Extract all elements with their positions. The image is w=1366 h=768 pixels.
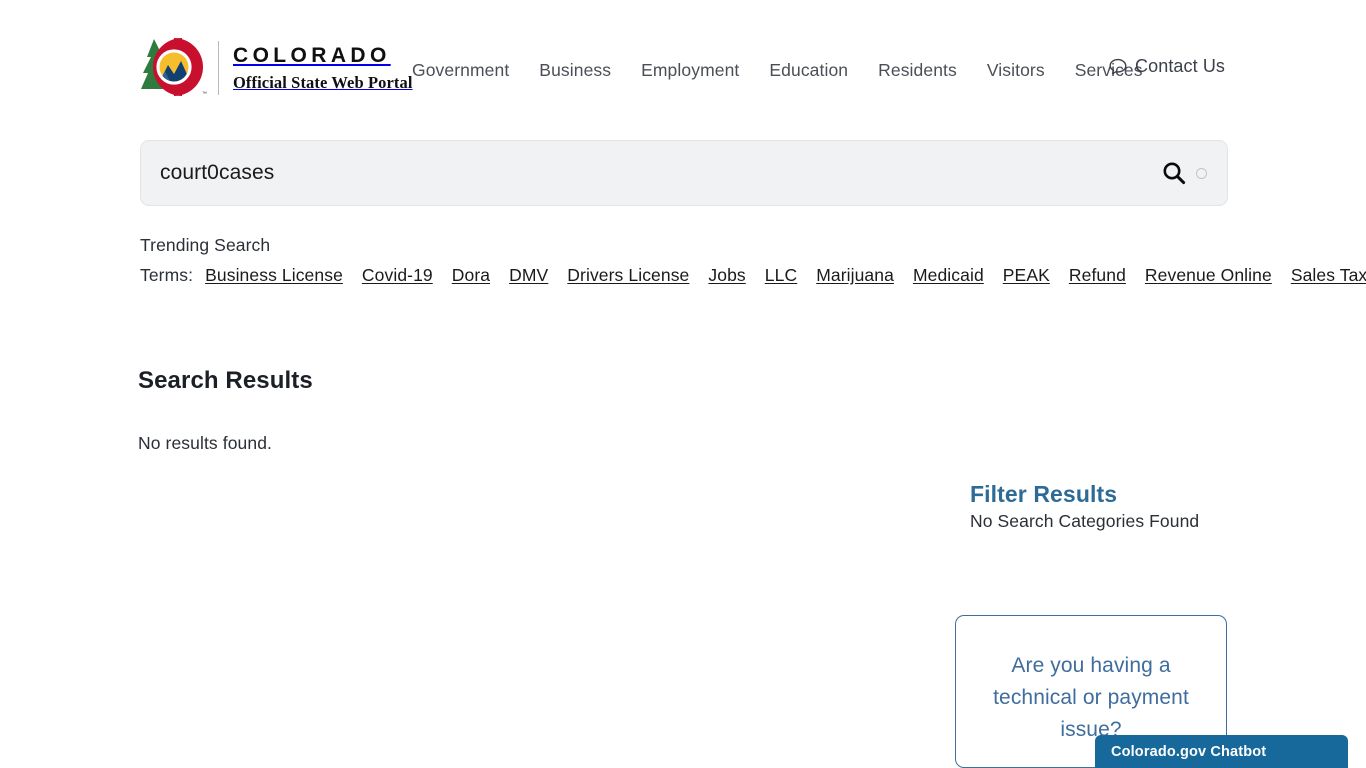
chatbot-launcher[interactable]: Colorado.gov Chatbot	[1095, 735, 1348, 768]
site-logo-link[interactable]: ™ COLORADO Official State Web Portal	[138, 36, 413, 100]
nav-item-business[interactable]: Business	[539, 60, 611, 81]
main-navigation: Government Business Employment Education…	[412, 60, 1143, 81]
trending-term-llc[interactable]: LLC	[765, 265, 797, 285]
trending-term-dmv[interactable]: DMV	[509, 265, 548, 285]
trending-term-medicaid[interactable]: Medicaid	[913, 265, 984, 285]
no-results-message: No results found.	[138, 433, 272, 453]
search-icon[interactable]	[1161, 160, 1187, 186]
technical-issue-text: Are you having a technical or payment is…	[993, 654, 1189, 741]
nav-item-government[interactable]: Government	[412, 60, 509, 81]
trending-term-refund[interactable]: Refund	[1069, 265, 1126, 285]
chatbot-label: Colorado.gov Chatbot	[1111, 743, 1267, 760]
nav-item-visitors[interactable]: Visitors	[987, 60, 1045, 81]
trending-term-drivers-license[interactable]: Drivers License	[567, 265, 689, 285]
nav-item-residents[interactable]: Residents	[878, 60, 957, 81]
no-categories-message: No Search Categories Found	[970, 511, 1200, 531]
site-header: ™ COLORADO Official State Web Portal Gov…	[0, 0, 1366, 110]
trending-term-marijuana[interactable]: Marijuana	[816, 265, 894, 285]
trending-term-business-license[interactable]: Business License	[205, 265, 343, 285]
circle-icon[interactable]	[1196, 167, 1207, 179]
trending-term-peak[interactable]: PEAK	[1003, 265, 1050, 285]
trending-term-covid-19[interactable]: Covid-19	[362, 265, 433, 285]
nav-item-education[interactable]: Education	[769, 60, 848, 81]
colorado-c-logo-icon: ™	[138, 37, 212, 99]
svg-text:™: ™	[202, 91, 207, 97]
contact-us-link[interactable]: Contact Us	[1108, 56, 1225, 77]
page-title: Search Results	[138, 367, 313, 395]
brand-divider	[218, 41, 219, 95]
search-input[interactable]	[141, 141, 1161, 205]
search-bar[interactable]	[140, 140, 1228, 206]
speech-bubble-icon	[1108, 57, 1128, 77]
contact-us-label: Contact Us	[1135, 56, 1226, 76]
trending-term-revenue-online[interactable]: Revenue Online	[1145, 265, 1272, 285]
trending-term-dora[interactable]: Dora	[452, 265, 490, 285]
trending-term-jobs[interactable]: Jobs	[708, 265, 745, 285]
brand-wordmark: COLORADO Official State Web Portal	[233, 45, 413, 92]
page-root: ™ COLORADO Official State Web Portal Gov…	[0, 0, 1366, 768]
search-actions	[1161, 160, 1227, 186]
trending-search-terms: Trending Search Terms: Business License Co…	[140, 231, 1366, 291]
nav-item-employment[interactable]: Employment	[641, 60, 739, 81]
brand-subtitle: Official State Web Portal	[233, 72, 413, 92]
filter-results-heading: Filter Results	[970, 481, 1118, 508]
brand-title: COLORADO	[233, 43, 391, 67]
trending-term-sales-tax[interactable]: Sales Tax	[1291, 265, 1366, 285]
